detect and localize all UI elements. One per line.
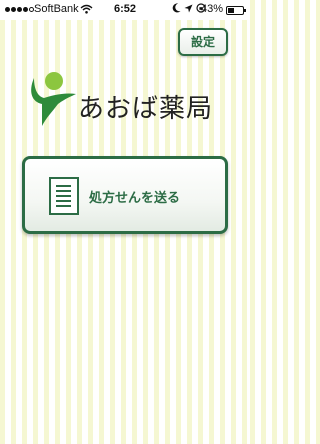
document-icon (49, 177, 79, 215)
status-bar: SoftBank 6:52 43% (0, 0, 250, 20)
battery-icon (226, 6, 246, 15)
send-prescription-button[interactable]: 処方せんを送る (22, 156, 228, 234)
location-arrow-icon (184, 4, 193, 16)
pharmacy-logo: あおば薬局 (22, 70, 232, 130)
battery-percent: 43% (201, 3, 224, 15)
pharmacy-name: あおば薬局 (78, 94, 214, 124)
send-prescription-label: 処方せんを送る (89, 191, 181, 206)
settings-button[interactable]: 設定 (178, 28, 228, 56)
moon-icon (172, 3, 181, 16)
pharmacy-leaf-icon (31, 72, 76, 126)
